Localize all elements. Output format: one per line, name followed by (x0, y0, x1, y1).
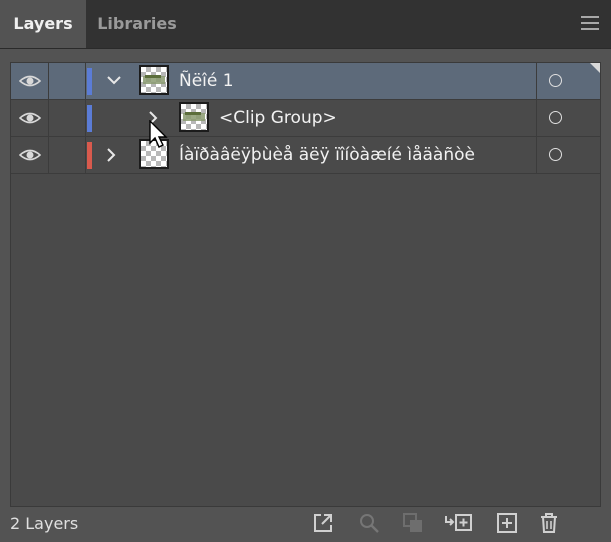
lock-toggle[interactable] (49, 100, 86, 136)
layer-name[interactable]: Ñëîé 1 (179, 63, 234, 99)
layer-thumbnail (179, 102, 209, 132)
layer-color-bar (87, 68, 92, 95)
target-circle-icon[interactable] (549, 111, 562, 124)
eye-icon (19, 75, 41, 87)
visibility-toggle[interactable] (11, 137, 49, 173)
trash-icon[interactable] (538, 512, 560, 534)
layers-list: Ñëîé 1 <Clip Group> Íàïðàâëÿþùèå äëÿ ïîí… (10, 62, 601, 507)
layer-row[interactable]: <Clip Group> (11, 100, 600, 137)
layer-count-label: 2 Layers (10, 514, 79, 533)
layer-color-bar (87, 142, 92, 169)
eye-icon (19, 112, 41, 124)
visibility-toggle[interactable] (11, 63, 49, 99)
layer-thumbnail (139, 65, 169, 95)
create-sublayer-icon[interactable] (444, 512, 474, 534)
layer-name[interactable]: <Clip Group> (219, 100, 337, 136)
chevron-right-icon[interactable] (107, 148, 117, 162)
lock-toggle[interactable] (49, 63, 86, 99)
visibility-toggle[interactable] (11, 100, 49, 136)
tab-layers[interactable]: Layers (0, 0, 86, 48)
target-circle-icon[interactable] (549, 74, 562, 87)
eye-icon (19, 149, 41, 161)
panel-footer: 2 Layers (0, 505, 611, 542)
make-clipping-mask-icon (403, 513, 422, 532)
lock-toggle[interactable] (49, 137, 86, 173)
mouse-cursor-icon (149, 120, 168, 148)
tab-libraries[interactable]: Libraries (87, 0, 187, 48)
layer-color-bar (87, 105, 92, 132)
layer-name[interactable]: Íàïðàâëÿþùèå äëÿ ïîíòàæíé ìåäàñòè (179, 137, 475, 173)
target-circle-icon[interactable] (549, 148, 562, 161)
panel-menu-icon[interactable] (581, 16, 599, 30)
new-layer-icon[interactable] (496, 512, 518, 534)
export-icon[interactable] (312, 512, 334, 534)
layer-row[interactable]: Ñëîé 1 (11, 63, 600, 100)
layer-row[interactable]: Íàïðàâëÿþùèå äëÿ ïîíòàæíé ìåäàñòè (11, 137, 600, 174)
selection-corner-indicator (590, 63, 600, 73)
panel-tab-bar: Layers Libraries (0, 0, 611, 49)
search-icon (360, 514, 379, 533)
chevron-down-icon[interactable] (107, 76, 121, 86)
